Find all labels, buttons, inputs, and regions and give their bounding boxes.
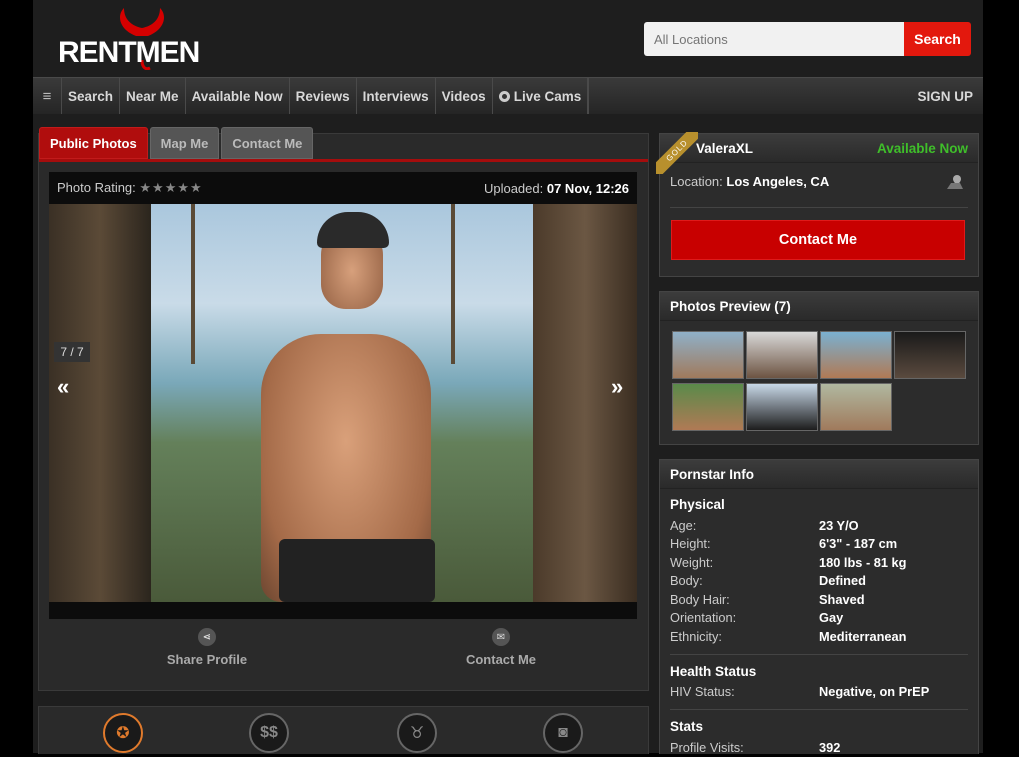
nav-live-cams-label: Live Cams: [513, 88, 582, 104]
location-label: Location:: [670, 174, 723, 189]
tab-contact-me[interactable]: Contact Me: [221, 127, 314, 159]
contact-label: Contact Me: [465, 652, 537, 667]
pornstar-info-box: Pornstar Info Physical Age: 23 Y/O Height…: [659, 459, 979, 757]
photo-thumbnail[interactable]: [672, 331, 744, 379]
upload-date: Uploaded: 07 Nov, 12:26: [484, 181, 629, 196]
uploaded-value: 07 Nov, 12:26: [546, 180, 629, 196]
photo-thumbnail[interactable]: [894, 331, 966, 379]
health-status-title: Health Status: [670, 663, 757, 679]
rating-label: Photo Rating:: [57, 180, 136, 195]
photo-thumbnail[interactable]: [746, 383, 818, 431]
viewer-footer: [49, 602, 637, 619]
photo-thumbnail[interactable]: [820, 331, 892, 379]
nav-interviews[interactable]: Interviews: [357, 78, 436, 114]
nav-search[interactable]: Search: [62, 78, 121, 114]
previous-photo[interactable]: [49, 204, 151, 602]
devil-icon[interactable]: ♉: [397, 713, 437, 753]
prev-arrow-icon[interactable]: «: [57, 374, 69, 400]
photos-preview-box: Photos Preview (7): [659, 291, 979, 445]
info-row: Ethnicity: Mediterranean: [670, 628, 907, 644]
next-arrow-icon[interactable]: »: [611, 374, 623, 400]
info-row: Body Hair: Shaved: [670, 591, 865, 607]
tab-underline: [39, 159, 648, 162]
gold-badge: GOLD: [656, 132, 698, 174]
profile-header: ValeraXL Available Now: [660, 134, 978, 163]
main-navbar: ≡ Search Near Me Available Now Reviews I…: [33, 77, 983, 114]
nav-reviews[interactable]: Reviews: [290, 78, 357, 114]
photo-counter: 7 / 7: [54, 342, 90, 362]
nav-near-me[interactable]: Near Me: [120, 78, 186, 114]
map-pin-icon[interactable]: [946, 174, 964, 190]
photo-thumbnail[interactable]: [672, 383, 744, 431]
profile-name: ValeraXL: [696, 140, 754, 156]
feature-icons-bar: ✪ $$ ♉ ◙: [38, 706, 649, 754]
info-row: Age: 23 Y/O: [670, 517, 859, 533]
info-row: Body: Defined: [670, 573, 866, 589]
award-badge-icon[interactable]: ✪: [103, 713, 143, 753]
info-row: Orientation: Gay: [670, 610, 844, 626]
photo-rating: Photo Rating: ★★★★★: [57, 180, 203, 196]
camera-icon[interactable]: ◙: [543, 713, 583, 753]
location-search-input[interactable]: [644, 22, 905, 56]
site-logo[interactable]: RENTMEN: [58, 8, 208, 70]
photo-viewer[interactable]: [49, 204, 637, 602]
logo-text: RENTMEN: [58, 36, 200, 69]
share-label: Share Profile: [166, 652, 248, 667]
stats-title: Stats: [670, 719, 704, 734]
profile-location: Location: Los Angeles, CA: [670, 174, 829, 189]
info-row: Weight: 180 lbs - 81 kg: [670, 554, 907, 570]
contact-me-button[interactable]: Contact Me: [671, 220, 965, 260]
envelope-icon: ✉: [492, 628, 510, 646]
contact-me-action[interactable]: ✉ Contact Me: [431, 628, 571, 667]
signup-link[interactable]: SIGN UP: [911, 78, 983, 114]
gold-badge-label: GOLD: [656, 132, 698, 174]
nav-videos[interactable]: Videos: [436, 78, 493, 114]
webcam-icon: [498, 90, 510, 102]
photo-thumbnail[interactable]: [746, 331, 818, 379]
info-row: HIV Status: Negative, on PrEP: [670, 684, 930, 700]
info-row: Height: 6'3" - 187 cm: [670, 536, 898, 552]
profile-tabs: Public Photos Map Me Contact Me: [39, 127, 314, 159]
search-button[interactable]: Search: [904, 22, 971, 56]
share-icon: ⋖: [198, 628, 216, 646]
page: RENTMEN Search ≡ Search Near Me Availabl…: [33, 0, 983, 757]
current-photo: [151, 204, 533, 602]
menu-icon[interactable]: ≡: [33, 78, 62, 114]
physical-title: Physical: [670, 497, 725, 512]
info-row: Profile Visits: 392: [670, 739, 841, 755]
rating-stars[interactable]: ★★★★★: [139, 180, 202, 195]
photos-preview-title: Photos Preview (7): [660, 292, 978, 321]
photo-info-bar: Photo Rating: ★★★★★ Uploaded: 07 Nov, 12…: [49, 172, 637, 204]
photo-panel: Public Photos Map Me Contact Me Photo Ra…: [38, 127, 649, 691]
info-content: Physical Age: 23 Y/O Height: 6'3" - 187 cm…: [670, 497, 968, 757]
tab-public-photos[interactable]: Public Photos: [39, 127, 148, 159]
availability-status: Available Now: [876, 140, 968, 156]
uploaded-label: Uploaded:: [483, 180, 544, 196]
pornstar-info-title: Pornstar Info: [660, 460, 978, 489]
share-profile-button[interactable]: ⋖ Share Profile: [137, 628, 277, 667]
dollar-icon[interactable]: $$: [249, 713, 289, 753]
profile-summary-box: ValeraXL Available Now GOLD Location: Lo…: [656, 132, 979, 277]
tab-map-me[interactable]: Map Me: [149, 127, 220, 159]
location-value: Los Angeles, CA: [726, 174, 830, 189]
next-photo[interactable]: [533, 204, 637, 602]
photo-thumbnail[interactable]: [820, 383, 892, 431]
nav-live-cams[interactable]: Live Cams: [493, 78, 589, 114]
nav-available-now[interactable]: Available Now: [186, 78, 290, 114]
